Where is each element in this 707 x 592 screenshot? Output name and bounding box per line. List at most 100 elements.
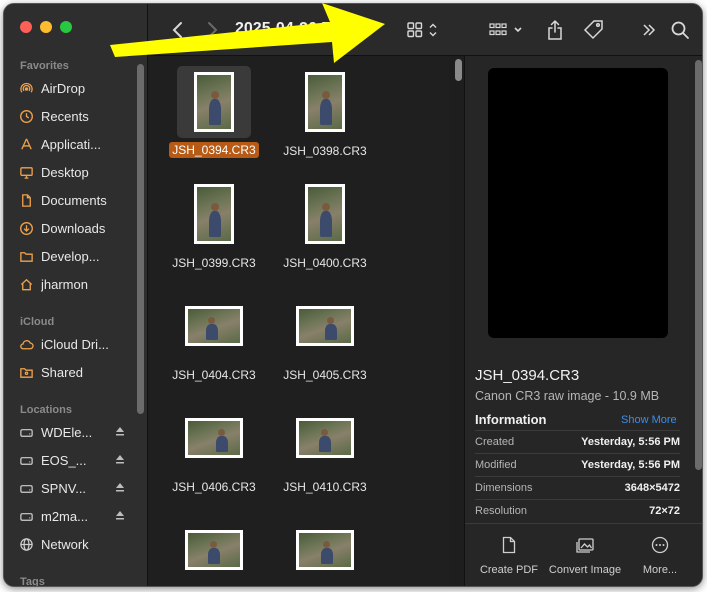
sidebar-item-drive-spnv[interactable]: SPNV... xyxy=(18,477,142,499)
sidebar-item-label: WDEle... xyxy=(41,424,93,440)
eject-icon[interactable] xyxy=(114,481,126,493)
file-thumbnail[interactable] xyxy=(177,178,251,250)
file-thumbnail[interactable] xyxy=(288,66,362,138)
share-icon xyxy=(548,19,562,40)
sidebar-item-airdrop[interactable]: AirDrop xyxy=(18,77,142,99)
sidebar-item-home[interactable]: jharmon xyxy=(18,273,142,295)
preview-scrollbar[interactable] xyxy=(695,60,702,470)
sidebar-item-label: m2ma... xyxy=(41,508,88,524)
convert-image-label: Convert Image xyxy=(548,564,622,576)
sidebar-item-icloud-drive[interactable]: iCloud Dri... xyxy=(18,333,142,355)
locations-header: Locations xyxy=(20,404,72,416)
minimize-button[interactable] xyxy=(40,21,52,33)
sidebar-item-label: Applicati... xyxy=(41,136,101,152)
show-more-link[interactable]: Show More xyxy=(621,414,677,426)
search-button[interactable] xyxy=(668,18,692,42)
share-button[interactable] xyxy=(544,18,566,42)
file-thumbnail[interactable] xyxy=(177,66,251,138)
sidebar-item-develop[interactable]: Develop... xyxy=(18,245,142,267)
sidebar-item-network[interactable]: Network xyxy=(18,533,142,555)
sidebar-item-label: Shared xyxy=(41,364,83,380)
window-title: 2025-04-26 E xyxy=(235,20,332,37)
chevron-left-icon xyxy=(172,22,182,38)
file-item[interactable]: JSH_0404.CR3 xyxy=(159,288,269,388)
file-thumbnail[interactable] xyxy=(177,290,251,362)
file-item[interactable] xyxy=(159,512,269,586)
file-thumbnail[interactable] xyxy=(288,178,362,250)
file-item[interactable]: JSH_0406.CR3 xyxy=(159,400,269,500)
group-grid-icon xyxy=(489,23,522,36)
sidebar-item-downloads[interactable]: Downloads xyxy=(18,217,142,239)
sidebar-item-shared[interactable]: Shared xyxy=(18,361,142,383)
sidebar-item-drive-eos[interactable]: EOS_... xyxy=(18,449,142,471)
chevron-right-icon xyxy=(208,22,218,38)
sidebar-scrollbar[interactable] xyxy=(137,64,144,414)
view-mode-button[interactable] xyxy=(404,18,444,42)
sidebar-item-label: Network xyxy=(41,536,89,552)
convert-image-button[interactable]: Convert Image xyxy=(545,536,625,577)
file-item[interactable]: JSH_0410.CR3 xyxy=(270,400,380,500)
drive-icon xyxy=(18,424,34,440)
photo-thumbnail xyxy=(296,306,354,346)
download-icon xyxy=(18,220,34,236)
ellipsis-circle-icon xyxy=(651,536,669,554)
sidebar-item-label: Documents xyxy=(41,192,107,208)
sidebar-item-label: EOS_... xyxy=(41,452,87,468)
preview-file-kind: Canon CR3 raw image - 10.9 MB xyxy=(475,389,660,403)
file-thumbnail[interactable] xyxy=(177,514,251,586)
close-button[interactable] xyxy=(20,21,32,33)
file-item[interactable]: JSH_0394.CR3 xyxy=(159,64,269,164)
search-icon xyxy=(671,21,689,39)
image-convert-icon xyxy=(576,538,594,553)
file-name: JSH_0404.CR3 xyxy=(172,368,256,382)
tag-button[interactable] xyxy=(582,18,606,42)
sidebar-item-drive-m2ma[interactable]: m2ma... xyxy=(18,505,142,527)
file-name: JSH_0394.CR3 xyxy=(159,142,269,158)
file-item[interactable] xyxy=(270,512,380,586)
file-item[interactable]: JSH_0400.CR3 xyxy=(270,176,380,276)
home-icon xyxy=(18,276,34,292)
document-icon xyxy=(18,192,34,208)
eject-icon[interactable] xyxy=(114,509,126,521)
file-thumbnail[interactable] xyxy=(288,402,362,474)
photo-thumbnail xyxy=(185,418,243,458)
photo-thumbnail xyxy=(296,418,354,458)
more-actions-button[interactable]: More... xyxy=(620,536,700,577)
eject-icon[interactable] xyxy=(114,425,126,437)
information-header: Information xyxy=(475,412,547,427)
sidebar-item-label: jharmon xyxy=(41,276,88,292)
create-pdf-button[interactable]: Create PDF xyxy=(469,536,549,577)
sidebar-item-drive-wde[interactable]: WDEle... xyxy=(18,421,142,443)
group-button[interactable] xyxy=(486,18,528,42)
file-name: JSH_0399.CR3 xyxy=(172,256,256,270)
info-key: Created xyxy=(475,436,515,448)
sidebar-item-desktop[interactable]: Desktop xyxy=(18,161,142,183)
file-item[interactable]: JSH_0405.CR3 xyxy=(270,288,380,388)
info-value: 72×72 xyxy=(649,505,680,517)
file-thumbnail[interactable] xyxy=(177,402,251,474)
create-pdf-label: Create PDF xyxy=(479,564,539,576)
file-thumbnail[interactable] xyxy=(288,514,362,586)
desktop-icon xyxy=(18,164,34,180)
forward-button[interactable] xyxy=(202,18,222,42)
file-grid-scrollbar[interactable] xyxy=(455,59,462,81)
back-button[interactable] xyxy=(168,18,188,42)
file-item[interactable]: JSH_0398.CR3 xyxy=(270,64,380,164)
quick-actions: Create PDF Convert Image More... xyxy=(465,523,702,586)
preview-pane: JSH_0394.CR3 Canon CR3 raw image - 10.9 … xyxy=(464,56,702,586)
file-thumbnail[interactable] xyxy=(288,290,362,362)
info-value: 3648×5472 xyxy=(624,482,680,494)
info-row-modified: Modified Yesterday, 5:56 PM xyxy=(475,453,680,476)
sidebar-item-label: Downloads xyxy=(41,220,106,236)
sidebar-item-applications[interactable]: Applicati... xyxy=(18,133,142,155)
sidebar-item-label: SPNV... xyxy=(41,480,87,496)
eject-icon[interactable] xyxy=(114,453,126,465)
sidebar-item-documents[interactable]: Documents xyxy=(18,189,142,211)
photo-thumbnail xyxy=(185,530,243,570)
more-toolbar-button[interactable] xyxy=(638,18,660,42)
photo-thumbnail xyxy=(185,306,243,346)
zoom-button[interactable] xyxy=(60,21,72,33)
file-item[interactable]: JSH_0399.CR3 xyxy=(159,176,269,276)
photo-thumbnail xyxy=(296,530,354,570)
sidebar-item-recents[interactable]: Recents xyxy=(18,105,142,127)
